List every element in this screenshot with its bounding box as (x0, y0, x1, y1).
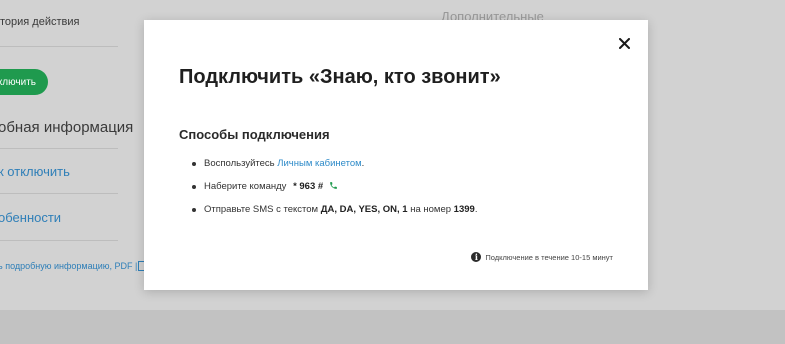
method-text-end: . (361, 158, 365, 169)
features-link[interactable]: обенности (0, 210, 61, 225)
footer (0, 310, 785, 344)
detail-heading: обная информация (0, 119, 134, 136)
list-item: Воспользуйтесь Личным кабинетом. (192, 158, 477, 181)
method-text: Отправьте SMS с текстом (204, 204, 319, 215)
method-text-end: . (474, 204, 478, 215)
connect-button-label: ключить (0, 76, 36, 88)
personal-account-link[interactable]: Личным кабинетом (277, 158, 361, 169)
method-text: Воспользуйтесь (204, 158, 275, 169)
dialog-subtitle: Способы подключения (179, 127, 330, 142)
method-text: Наберите команду (204, 181, 287, 192)
history-text: тория действия (0, 16, 80, 28)
dialog-title: Подключить «Знаю, кто звонит» (179, 66, 501, 88)
close-button[interactable] (616, 35, 632, 51)
connection-methods-list: Воспользуйтесь Личным кабинетом. Наберит… (192, 158, 477, 227)
page: тория действия Дополнительные ключить об… (0, 0, 785, 344)
connect-dialog: Подключить «Знаю, кто звонит» Способы по… (144, 20, 648, 290)
list-item: Наберите команду * 963 # (192, 181, 477, 204)
divider (0, 193, 118, 194)
phone-icon[interactable] (329, 181, 338, 190)
list-item: Отправьте SMS с текстом ДА, DA, YES, ON,… (192, 204, 477, 227)
divider (0, 46, 118, 47)
connection-time-note: i Подключение в течение 10-15 минут (471, 252, 613, 262)
method-text: на номер (410, 204, 452, 215)
divider (0, 240, 118, 241)
note-text: Подключение в течение 10-15 минут (485, 252, 613, 262)
pdf-link[interactable]: ь подробную информацию, PDF | (0, 261, 137, 271)
connect-button[interactable]: ключить (0, 69, 48, 95)
sms-number: 1399 (453, 204, 475, 215)
close-icon (618, 37, 630, 49)
ussd-command: * 963 # (293, 181, 324, 192)
divider (0, 148, 118, 149)
info-icon: i (471, 252, 482, 262)
sms-keywords: ДА, DA, YES, ON, 1 (320, 204, 408, 215)
disconnect-link[interactable]: к отключить (0, 164, 70, 179)
